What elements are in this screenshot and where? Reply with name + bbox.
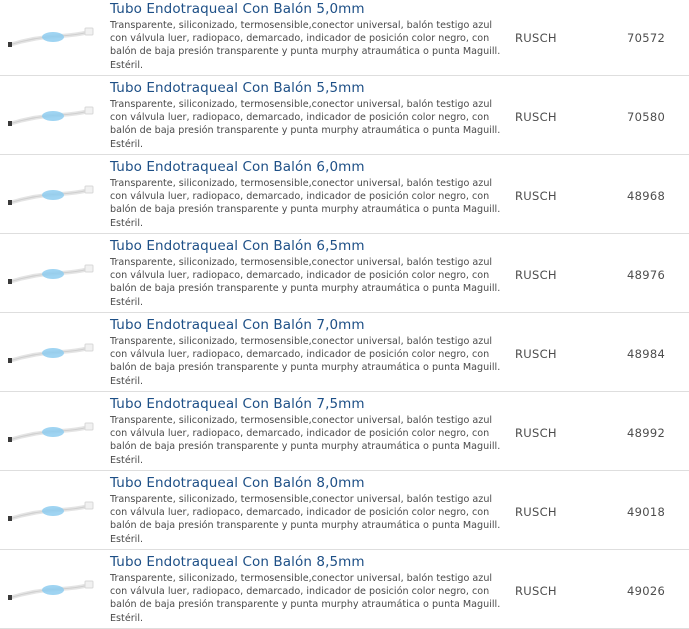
- product-brand: RUSCH: [515, 347, 557, 361]
- product-code: 48984: [627, 347, 666, 361]
- product-brand: RUSCH: [515, 189, 557, 203]
- product-title[interactable]: Tubo Endotraqueal Con Balón 6,0mm: [110, 159, 365, 175]
- product-title[interactable]: Tubo Endotraqueal Con Balón 7,0mm: [110, 317, 365, 333]
- product-list: Tubo Endotraqueal Con Balón 5,0mm Transp…: [0, 0, 689, 629]
- product-code: 48992: [627, 426, 666, 440]
- product-title[interactable]: Tubo Endotraqueal Con Balón 8,5mm: [110, 554, 365, 570]
- tube-image: [8, 264, 94, 284]
- product-title[interactable]: Tubo Endotraqueal Con Balón 5,5mm: [110, 80, 365, 96]
- product-code: 70572: [627, 31, 666, 45]
- tube-image: [8, 343, 94, 363]
- product-row[interactable]: Tubo Endotraqueal Con Balón 5,0mm Transp…: [0, 0, 689, 76]
- product-row[interactable]: Tubo Endotraqueal Con Balón 7,5mm Transp…: [0, 392, 689, 471]
- product-description: Transparente, siliconizado, termosensibl…: [110, 178, 501, 229]
- tube-image: [8, 501, 94, 521]
- product-description: Transparente, siliconizado, termosensibl…: [110, 573, 501, 624]
- tube-image: [8, 580, 94, 600]
- product-description: Transparente, siliconizado, termosensibl…: [110, 336, 501, 387]
- product-row[interactable]: Tubo Endotraqueal Con Balón 7,0mm Transp…: [0, 313, 689, 392]
- product-brand: RUSCH: [515, 110, 557, 124]
- product-title[interactable]: Tubo Endotraqueal Con Balón 6,5mm: [110, 238, 365, 254]
- endotracheal-tube-icon[interactable]: [5, 410, 95, 452]
- tube-image: [8, 106, 94, 126]
- tube-image: [8, 27, 94, 47]
- endotracheal-tube-icon[interactable]: [5, 252, 95, 294]
- product-row[interactable]: Tubo Endotraqueal Con Balón 8,5mm Transp…: [0, 550, 689, 629]
- endotracheal-tube-icon[interactable]: [5, 489, 95, 531]
- endotracheal-tube-icon[interactable]: [5, 15, 95, 57]
- product-row[interactable]: Tubo Endotraqueal Con Balón 5,5mm Transp…: [0, 76, 689, 155]
- endotracheal-tube-icon[interactable]: [5, 568, 95, 610]
- endotracheal-tube-icon[interactable]: [5, 331, 95, 373]
- product-code: 49018: [627, 505, 666, 519]
- tube-image: [8, 422, 94, 442]
- product-brand: RUSCH: [515, 268, 557, 282]
- product-code: 48968: [627, 189, 666, 203]
- endotracheal-tube-icon[interactable]: [5, 94, 95, 136]
- product-row[interactable]: Tubo Endotraqueal Con Balón 8,0mm Transp…: [0, 471, 689, 550]
- product-code: 70580: [627, 110, 666, 124]
- product-title[interactable]: Tubo Endotraqueal Con Balón 7,5mm: [110, 396, 365, 412]
- product-row[interactable]: Tubo Endotraqueal Con Balón 6,5mm Transp…: [0, 234, 689, 313]
- product-description: Transparente, siliconizado, termosensibl…: [110, 20, 501, 71]
- product-description: Transparente, siliconizado, termosensibl…: [110, 99, 501, 150]
- product-brand: RUSCH: [515, 505, 557, 519]
- product-row[interactable]: Tubo Endotraqueal Con Balón 6,0mm Transp…: [0, 155, 689, 234]
- product-brand: RUSCH: [515, 31, 557, 45]
- product-code: 49026: [627, 584, 666, 598]
- product-description: Transparente, siliconizado, termosensibl…: [110, 494, 501, 545]
- product-brand: RUSCH: [515, 584, 557, 598]
- product-description: Transparente, siliconizado, termosensibl…: [110, 257, 501, 308]
- product-description: Transparente, siliconizado, termosensibl…: [110, 415, 501, 466]
- product-title[interactable]: Tubo Endotraqueal Con Balón 5,0mm: [110, 1, 365, 17]
- endotracheal-tube-icon[interactable]: [5, 173, 95, 215]
- product-code: 48976: [627, 268, 666, 282]
- product-title[interactable]: Tubo Endotraqueal Con Balón 8,0mm: [110, 475, 365, 491]
- product-brand: RUSCH: [515, 426, 557, 440]
- tube-image: [8, 185, 94, 205]
